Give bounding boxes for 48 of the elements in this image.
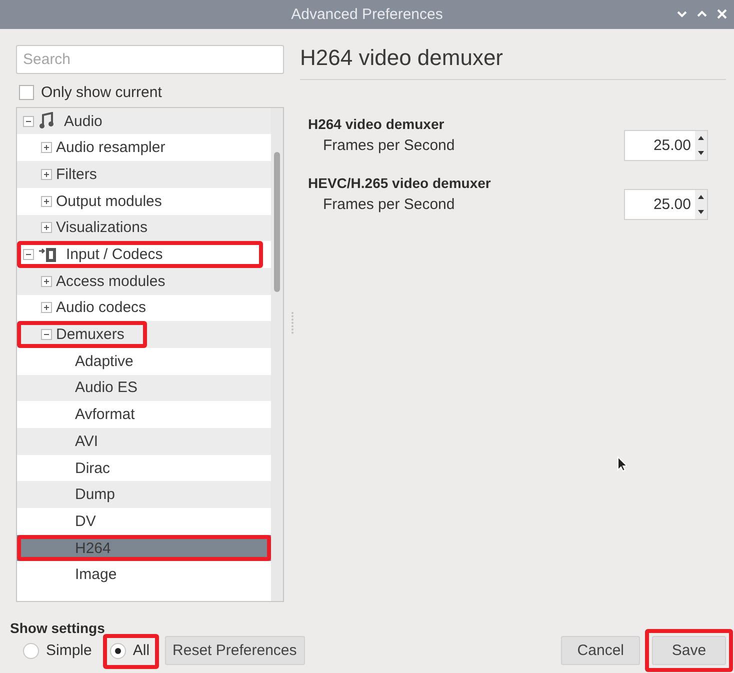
expand-icon[interactable] xyxy=(41,168,52,180)
tree-item[interactable]: Audio ES xyxy=(17,374,271,402)
checkbox-label: Only show current xyxy=(41,84,162,101)
scrollbar[interactable] xyxy=(271,108,283,601)
tree-item[interactable]: AVI xyxy=(17,428,271,455)
spin-down-icon[interactable] xyxy=(698,150,704,154)
window-title: Advanced Preferences xyxy=(291,6,443,23)
radio-label: Simple xyxy=(46,642,92,659)
tree-item[interactable]: Dirac xyxy=(17,454,271,482)
radio-label: All xyxy=(132,642,150,659)
close-icon[interactable] xyxy=(716,8,728,20)
splitter-handle-icon[interactable] xyxy=(290,311,294,336)
radio-button[interactable] xyxy=(23,642,39,658)
section-heading: H264 video demuxer xyxy=(308,116,446,132)
spin-up-icon[interactable] xyxy=(698,195,704,199)
radio-button[interactable] xyxy=(110,642,126,658)
expand-icon[interactable] xyxy=(41,276,52,287)
spin-down-icon[interactable] xyxy=(698,210,704,214)
spin-up-icon[interactable] xyxy=(698,136,704,140)
section-heading: HEVC/H.265 video demuxer xyxy=(308,174,492,191)
tree-item[interactable]: Filters xyxy=(17,161,271,188)
group-label: Show settings xyxy=(10,620,106,636)
field-label: Frames per Second xyxy=(323,136,455,154)
collapse-icon[interactable] xyxy=(23,249,34,260)
expand-icon[interactable] xyxy=(41,222,52,234)
tree-item[interactable]: Audio xyxy=(17,108,271,134)
tree-item[interactable]: Audio codecs xyxy=(17,294,271,322)
expand-icon[interactable] xyxy=(41,302,52,314)
collapse-icon[interactable] xyxy=(41,329,52,340)
checkbox[interactable] xyxy=(19,84,34,100)
expand-icon[interactable] xyxy=(41,142,52,154)
dialog-button[interactable]: Cancel xyxy=(561,636,640,665)
film-strip-icon xyxy=(38,246,58,264)
radio-dot-icon xyxy=(114,648,121,654)
music-note-icon xyxy=(38,112,56,130)
spin-box[interactable]: 25.00 xyxy=(624,188,708,220)
field-label: Frames per Second xyxy=(323,196,455,213)
spin-box[interactable]: 25.00 xyxy=(624,130,708,161)
tree-item[interactable]: Access modules xyxy=(17,268,271,295)
collapse-icon[interactable] xyxy=(23,116,34,127)
mouse-cursor-icon xyxy=(617,456,627,472)
tree-item[interactable]: Visualizations xyxy=(17,214,271,242)
search-field[interactable]: Search xyxy=(16,44,284,74)
tree-item[interactable]: Dump xyxy=(17,481,271,508)
panel-title: H264 video demuxer xyxy=(300,44,726,80)
dialog-button[interactable]: Save xyxy=(652,636,726,665)
reset-button[interactable]: Reset Preferences xyxy=(164,636,305,665)
expand-icon[interactable] xyxy=(41,196,52,207)
